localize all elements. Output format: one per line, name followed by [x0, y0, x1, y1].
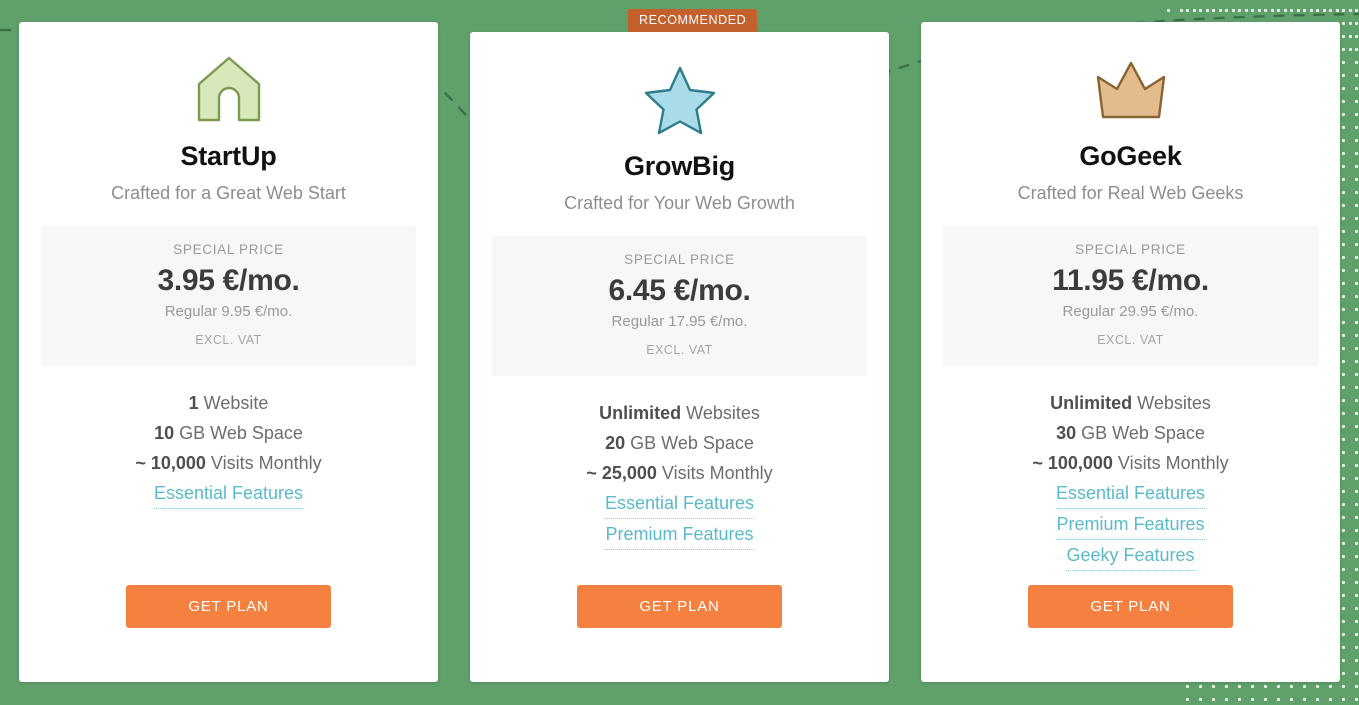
- feature-value: 10: [154, 422, 175, 443]
- plan-card-gogeek[interactable]: GoGeek Crafted for Real Web Geeks SPECIA…: [921, 22, 1340, 682]
- feature-value: 1: [188, 392, 199, 413]
- feature-text: Websites: [681, 402, 760, 423]
- special-price-label: SPECIAL PRICE: [624, 252, 735, 268]
- feature-link-row: Premium Features: [492, 519, 867, 550]
- recommended-badge: RECOMMENDED: [628, 9, 758, 33]
- crown-icon: [943, 22, 1318, 140]
- price-amount: 6.45 €/mo.: [608, 274, 751, 308]
- vat-note: EXCL. VAT: [195, 332, 262, 347]
- pricing-cards: StartUp Crafted for a Great Web Start SP…: [0, 0, 1359, 705]
- feature-list: 1 Website 10 GB Web Space ~ 10,000 Visit…: [41, 388, 416, 509]
- feature-value: ~ 10,000: [135, 452, 206, 473]
- regular-price: Regular 29.95 €/mo.: [1062, 302, 1199, 320]
- get-plan-button[interactable]: GET PLAN: [1028, 585, 1233, 628]
- plan-title: StartUp: [180, 141, 277, 171]
- get-plan-button[interactable]: GET PLAN: [126, 585, 331, 628]
- plan-title: GrowBig: [623, 151, 736, 181]
- plan-tagline: Crafted for a Great Web Start: [111, 182, 346, 203]
- cta-container: GET PLAN: [921, 585, 1340, 628]
- feature-item: ~ 100,000 Visits Monthly: [943, 448, 1318, 478]
- feature-list: Unlimited Websites 20 GB Web Space ~ 25,…: [492, 398, 867, 550]
- feature-text: Visits Monthly: [1112, 452, 1229, 473]
- feature-link-row: Premium Features: [943, 509, 1318, 540]
- plan-title: GoGeek: [1079, 141, 1182, 171]
- feature-link-row: Geeky Features: [943, 540, 1318, 571]
- feature-item: Unlimited Websites: [943, 388, 1318, 418]
- regular-price: Regular 9.95 €/mo.: [164, 302, 293, 320]
- feature-link-row: Essential Features: [492, 488, 867, 519]
- price-panel: SPECIAL PRICE 11.95 €/mo. Regular 29.95 …: [943, 226, 1318, 366]
- price-amount: 11.95 €/mo.: [1052, 264, 1209, 298]
- essential-features-link[interactable]: Essential Features: [153, 478, 304, 509]
- feature-value: ~ 100,000: [1032, 452, 1113, 473]
- plan-card-startup[interactable]: StartUp Crafted for a Great Web Start SP…: [19, 22, 438, 682]
- feature-value: 20: [605, 432, 626, 453]
- regular-price: Regular 17.95 €/mo.: [611, 312, 748, 330]
- essential-features-link[interactable]: Essential Features: [604, 488, 755, 519]
- get-plan-button[interactable]: GET PLAN: [577, 585, 782, 628]
- feature-text: GB Web Space: [625, 432, 754, 453]
- feature-text: GB Web Space: [174, 422, 303, 443]
- feature-link-row: Essential Features: [943, 478, 1318, 509]
- cta-container: GET PLAN: [470, 585, 889, 628]
- price-amount: 3.95 €/mo.: [157, 264, 300, 298]
- feature-text: Website: [198, 392, 269, 413]
- geeky-features-link[interactable]: Geeky Features: [1066, 540, 1195, 571]
- pricing-page: StartUp Crafted for a Great Web Start SP…: [0, 0, 1359, 705]
- house-icon: [41, 22, 416, 140]
- feature-text: Visits Monthly: [205, 452, 322, 473]
- feature-value: ~ 25,000: [586, 462, 657, 483]
- feature-value: Unlimited: [1050, 392, 1133, 413]
- feature-item: 30 GB Web Space: [943, 418, 1318, 448]
- feature-item: ~ 10,000 Visits Monthly: [41, 448, 416, 478]
- premium-features-link[interactable]: Premium Features: [1056, 509, 1205, 540]
- feature-value: 30: [1056, 422, 1077, 443]
- star-icon: [492, 32, 867, 150]
- feature-item: 1 Website: [41, 388, 416, 418]
- price-panel: SPECIAL PRICE 6.45 €/mo. Regular 17.95 €…: [492, 236, 867, 376]
- feature-item: 10 GB Web Space: [41, 418, 416, 448]
- feature-text: Visits Monthly: [656, 462, 773, 483]
- feature-list: Unlimited Websites 30 GB Web Space ~ 100…: [943, 388, 1318, 571]
- special-price-label: SPECIAL PRICE: [1075, 242, 1186, 258]
- plan-tagline: Crafted for Real Web Geeks: [1017, 182, 1244, 203]
- feature-link-row: Essential Features: [41, 478, 416, 509]
- feature-item: 20 GB Web Space: [492, 428, 867, 458]
- essential-features-link[interactable]: Essential Features: [1055, 478, 1206, 509]
- price-panel: SPECIAL PRICE 3.95 €/mo. Regular 9.95 €/…: [41, 226, 416, 366]
- feature-text: Websites: [1132, 392, 1211, 413]
- feature-text: GB Web Space: [1076, 422, 1205, 443]
- feature-value: Unlimited: [599, 402, 682, 423]
- vat-note: EXCL. VAT: [646, 342, 713, 357]
- feature-item: Unlimited Websites: [492, 398, 867, 428]
- plan-card-growbig[interactable]: GrowBig Crafted for Your Web Growth SPEC…: [470, 32, 889, 682]
- plan-tagline: Crafted for Your Web Growth: [564, 192, 795, 213]
- feature-item: ~ 25,000 Visits Monthly: [492, 458, 867, 488]
- premium-features-link[interactable]: Premium Features: [605, 519, 754, 550]
- vat-note: EXCL. VAT: [1097, 332, 1164, 347]
- special-price-label: SPECIAL PRICE: [173, 242, 284, 258]
- cta-container: GET PLAN: [19, 585, 438, 628]
